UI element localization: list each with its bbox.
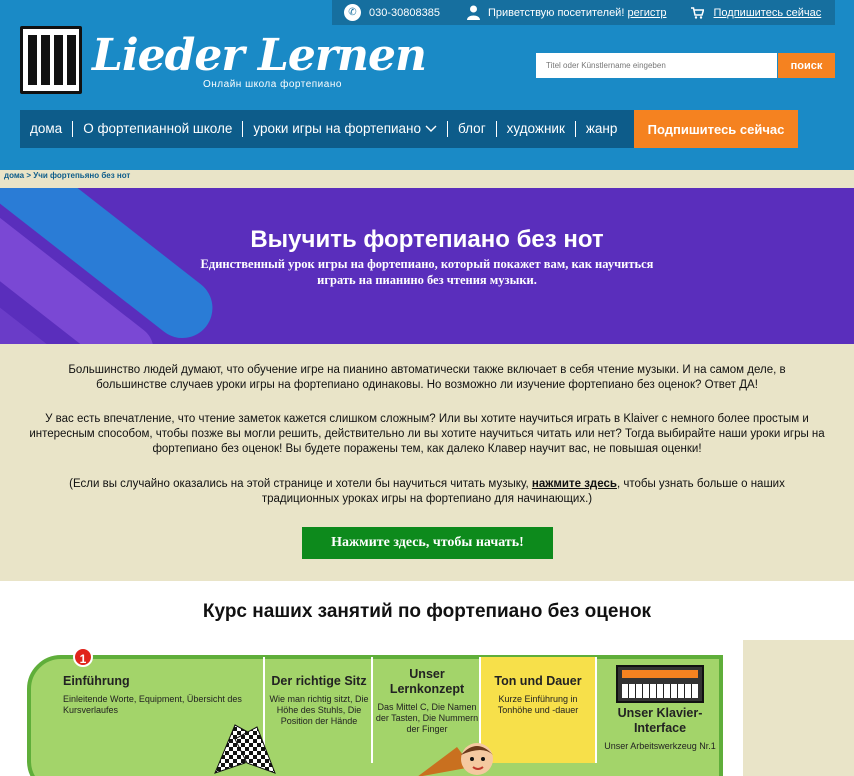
breadcrumb-home[interactable]: дома [4, 171, 24, 180]
course-section-title: Курс наших занятий по фортепиано без оце… [202, 601, 652, 622]
main-nav: дома О фортепианной школе уроки игры на … [20, 110, 634, 148]
breadcrumb-current: Учи фортепьяно без нот [33, 171, 131, 180]
nav-item-about[interactable]: О фортепианной школе [73, 121, 244, 137]
user-icon [466, 5, 480, 20]
checkered-flags-icon [205, 723, 285, 776]
phone-number: 030-30808385 [369, 6, 440, 19]
nav-item-artist[interactable]: художник [497, 121, 576, 137]
phone-icon: ✆ [344, 4, 361, 21]
panel-title: Unser Klavier-Interface [617, 706, 703, 735]
panel-desc: Das Mittel C, Die Namen der Tasten, Die … [375, 702, 479, 734]
brand-title[interactable]: Lieder Lernen [92, 30, 427, 81]
search-button[interactable]: поиск [778, 53, 835, 78]
panel-desc: Einleitende Worte, Equipment, Übersicht … [63, 694, 242, 715]
panel-title: Einführung [63, 674, 130, 688]
search-input[interactable] [536, 53, 777, 78]
breadcrumb-separator: > [26, 171, 32, 180]
register-link[interactable]: регистр [627, 7, 666, 19]
subscribe-link[interactable]: Подпишитесь сейчас [714, 7, 822, 19]
start-button[interactable]: Нажмите здесь, чтобы начать! [302, 527, 553, 559]
site-header: ✆ 030-30808385 Приветствую посетителей! … [0, 0, 854, 170]
click-here-link[interactable]: нажмите здесь [532, 478, 617, 490]
subscribe-cta-button[interactable]: Подпишитесь сейчас [634, 110, 798, 148]
hero-title: Выучить фортепиано без нот [250, 226, 604, 253]
hero-subtitle: Единственный урок игры на фортепиано, ко… [200, 257, 654, 287]
keyboard-icon [616, 665, 704, 703]
brand-subtitle: Онлайн школа фортепиано [203, 79, 342, 90]
greeting-item: Приветствую посетителей! регистр [466, 5, 667, 20]
hero-banner: Выучить фортепиано без нот Единственный … [0, 188, 854, 344]
side-panel [743, 640, 854, 776]
greeting-text: Приветствую посетителей! [487, 6, 625, 19]
nav-item-lessons-label: уроки игры на фортепиано [253, 121, 422, 136]
nav-item-lessons[interactable]: уроки игры на фортепиано [243, 121, 449, 137]
paragraph-3-before: (Если вы случайно оказались на этой стра… [69, 478, 532, 490]
piano-logo-icon[interactable] [20, 26, 82, 94]
intro-paragraph-1: Большинство людей думают, что обучение и… [68, 364, 786, 391]
panel-title: Unser Lernkonzept [389, 667, 465, 696]
panel-desc: Kurze Einführung in Tonhöhe und -dauer [497, 694, 579, 715]
panel-divider [371, 657, 373, 763]
panel-title: Ton und Dauer [494, 674, 582, 688]
nav-item-genre[interactable]: жанр [576, 121, 628, 137]
intro-section: Большинство людей думают, что обучение и… [0, 344, 854, 581]
intro-paragraph-3: (Если вы случайно оказались на этой стра… [40, 477, 814, 507]
panel-desc: Unser Arbeitswerkzeug Nr.1 [604, 741, 716, 751]
nav-item-blog[interactable]: блог [448, 121, 497, 137]
phone-item: ✆ 030-30808385 [344, 4, 440, 21]
course-panel-5[interactable]: Unser Klavier-Interface Unser Arbeitswer… [599, 657, 721, 763]
breadcrumb: дома > Учи фортепьяно без нот [0, 170, 854, 188]
child-character-icon [417, 737, 507, 776]
subscribe-item: Подпишитесь сейчас [690, 6, 822, 19]
course-map: 1 Einführung Einleitende Worte, Equipmen… [25, 645, 725, 776]
cart-icon [690, 6, 705, 19]
chevron-down-icon [425, 121, 437, 137]
intro-paragraph-2: У вас есть впечатление, что чтение замет… [29, 413, 825, 455]
nav-item-home[interactable]: дома [20, 121, 74, 137]
panel-title: Der richtige Sitz [271, 674, 367, 688]
panel-divider [595, 657, 597, 763]
top-bar: ✆ 030-30808385 Приветствую посетителей! … [332, 0, 835, 25]
